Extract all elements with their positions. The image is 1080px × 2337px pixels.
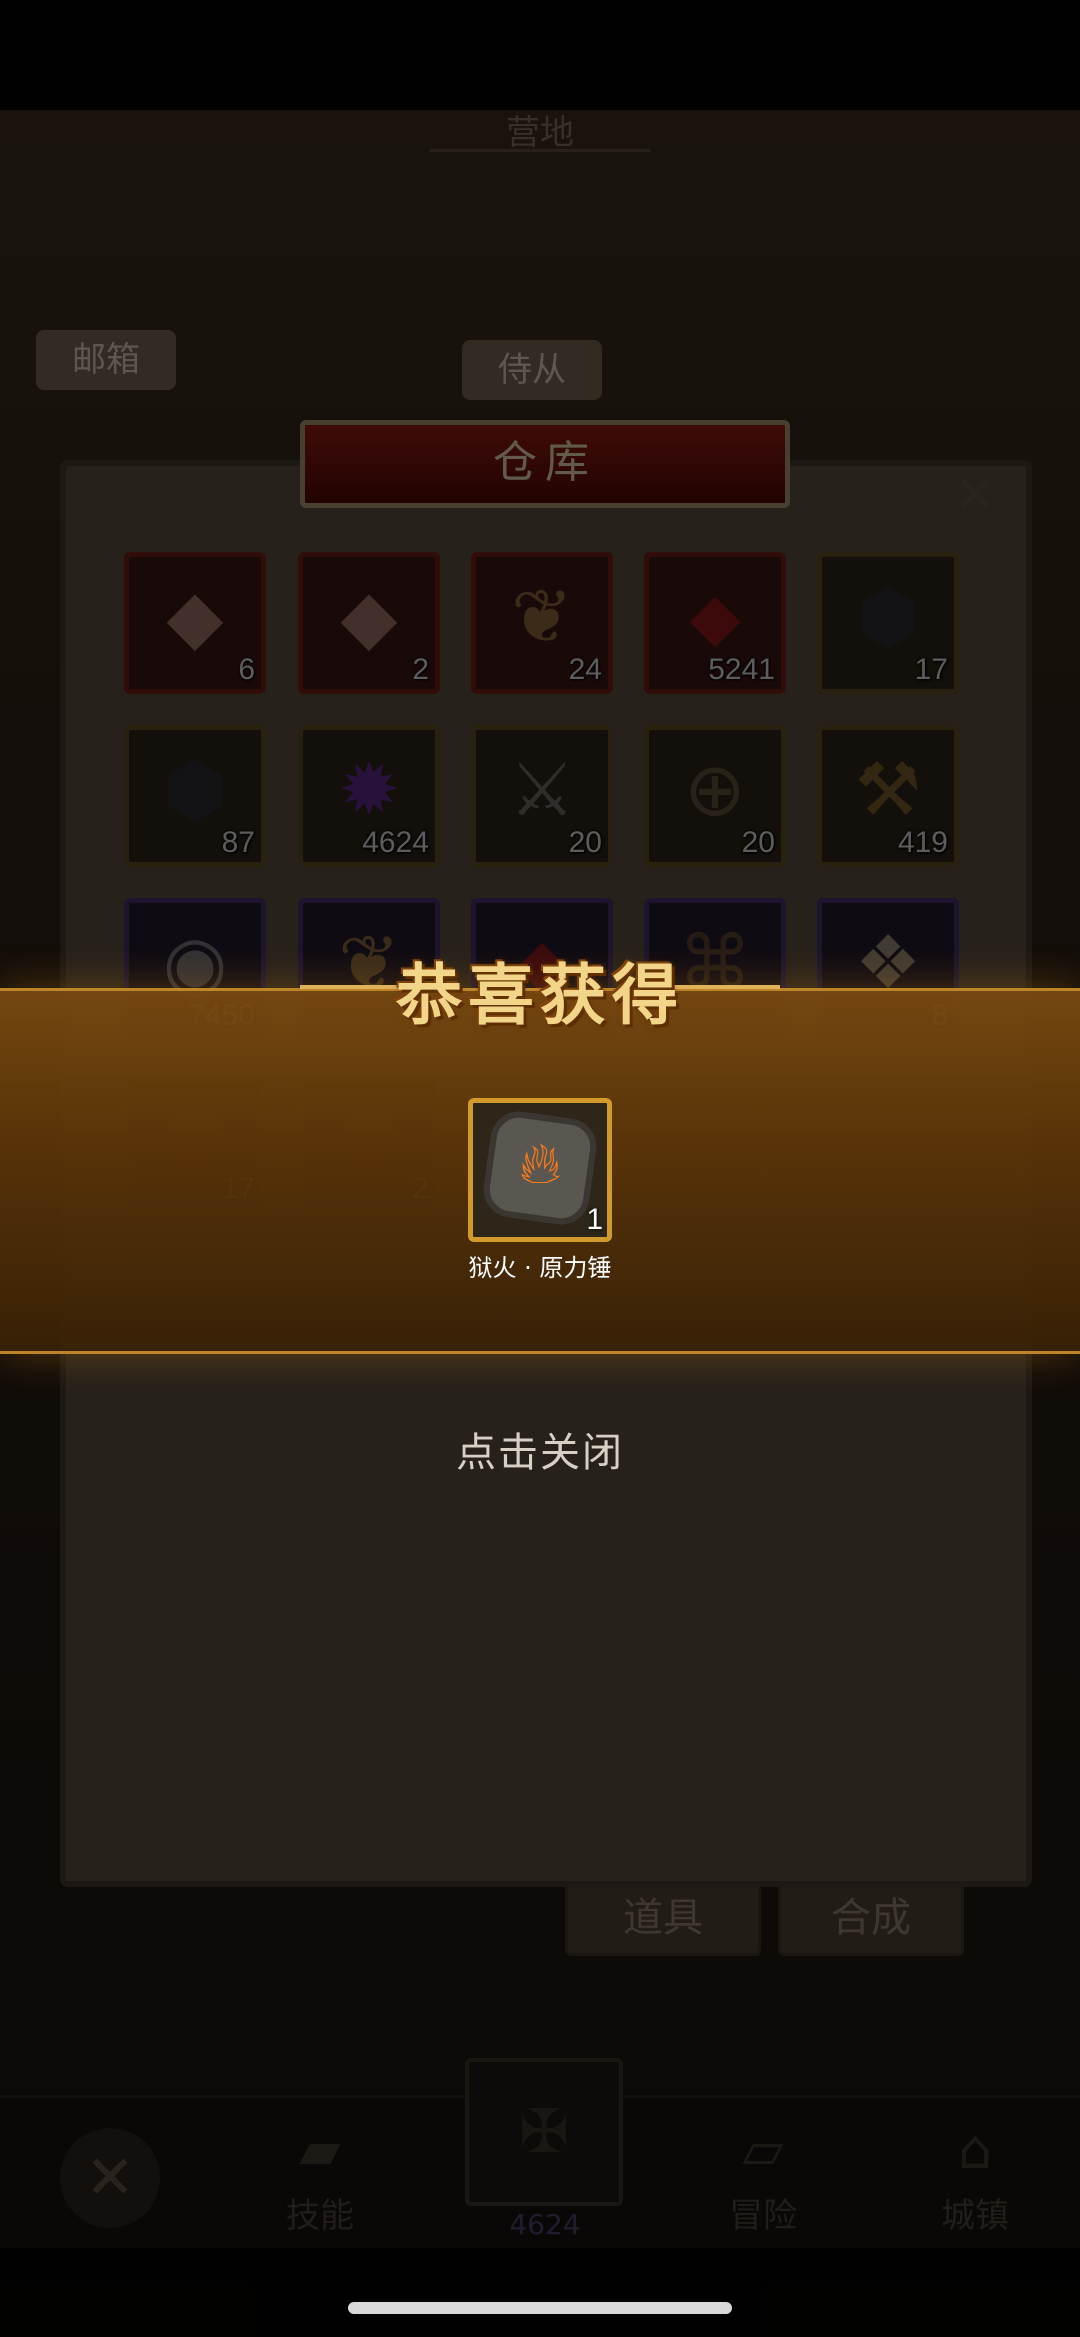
reward-title: 恭喜获得 bbox=[396, 956, 684, 1034]
tap-to-close-hint[interactable]: 点击关闭 bbox=[390, 1420, 690, 1478]
reward-item-quantity: 1 bbox=[586, 1203, 603, 1236]
flame-icon: 🔥︎ bbox=[518, 1129, 562, 1197]
reward-item-slot[interactable]: 🔥︎ 1 bbox=[468, 1098, 612, 1242]
reward-item-name: 狱火 · 原力锤 bbox=[468, 1254, 612, 1282]
home-indicator[interactable] bbox=[348, 2302, 732, 2314]
